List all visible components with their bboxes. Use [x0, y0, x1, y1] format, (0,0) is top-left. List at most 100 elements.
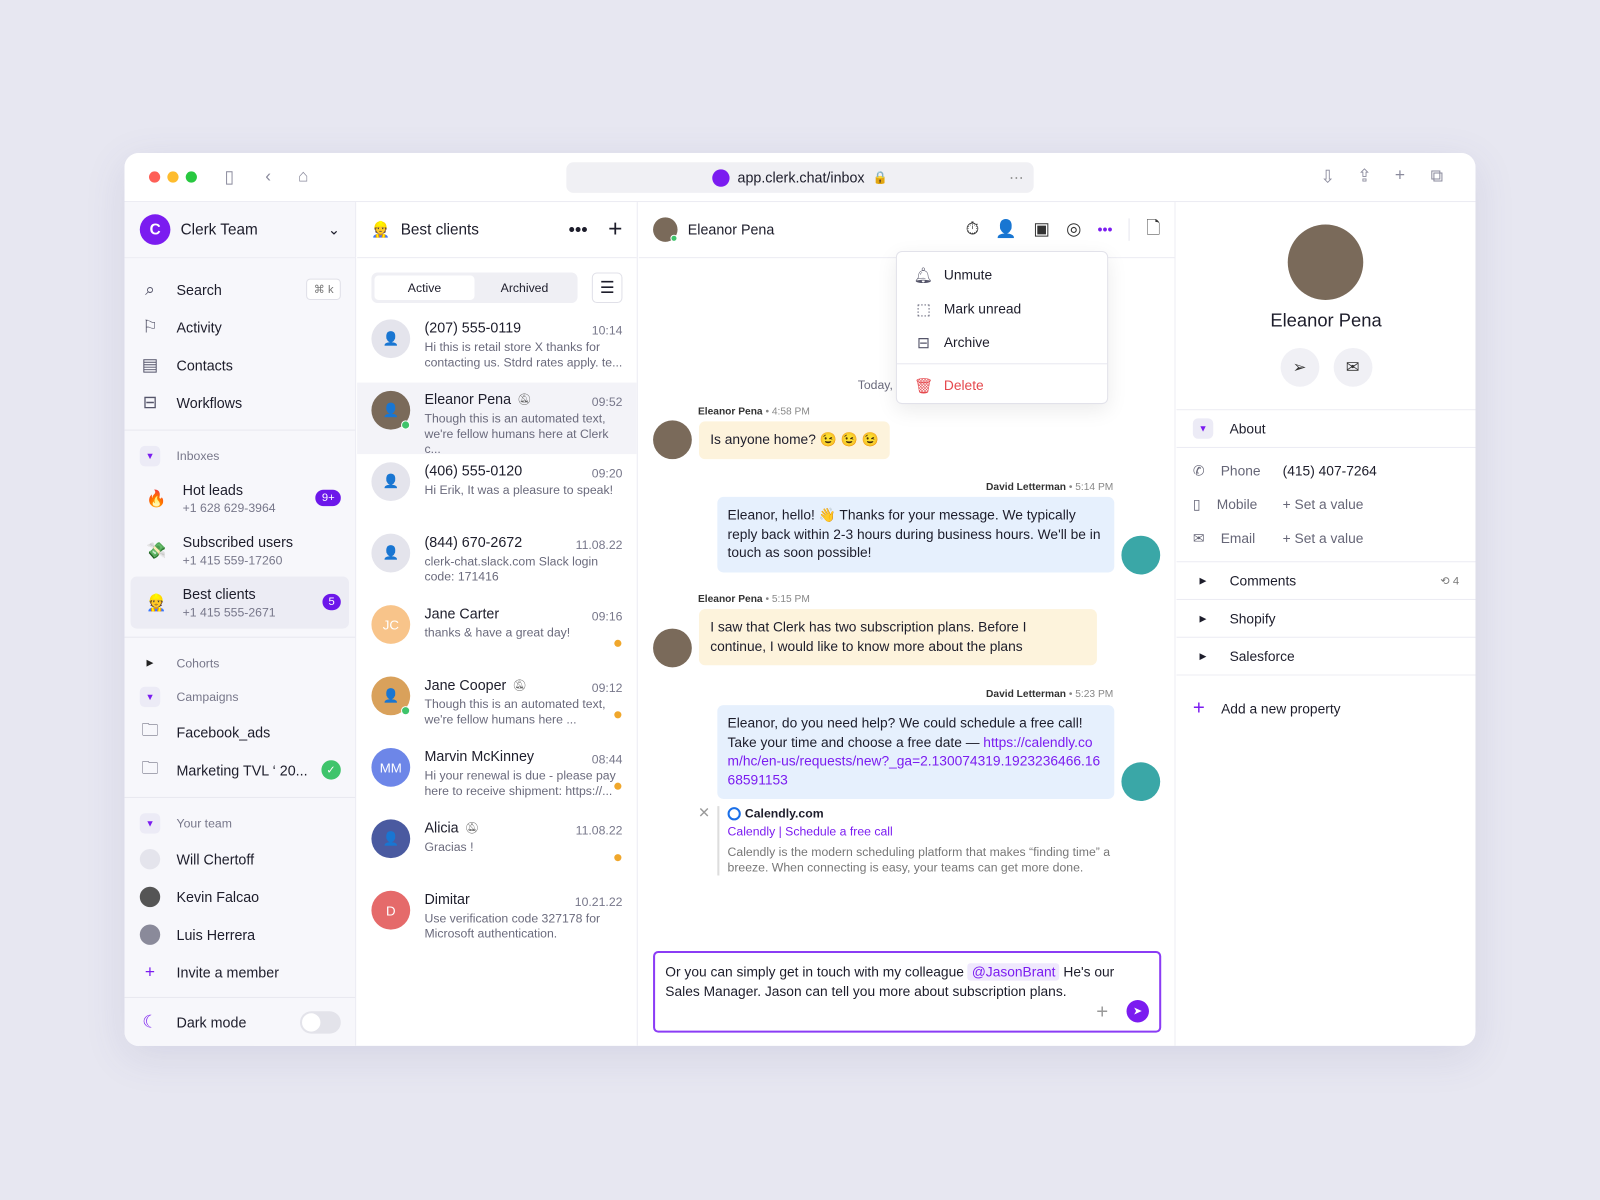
chevron-down-icon: ⌄	[327, 220, 340, 238]
property-email[interactable]: ✉ Email + Set a value	[1177, 521, 1476, 555]
team-switcher[interactable]: C Clerk Team ⌄	[124, 202, 356, 259]
new-tab-icon[interactable]: +	[1395, 166, 1405, 183]
share-icon[interactable]: ⇪	[1357, 167, 1372, 184]
campaign-item[interactable]: 🗀 Facebook_ads	[124, 713, 355, 751]
conversation-name: Eleanor Pena	[424, 390, 512, 408]
avatar: 👤	[371, 390, 411, 430]
dismiss-preview-button[interactable]: ✕	[698, 804, 710, 821]
profile-avatar	[1287, 224, 1364, 300]
minimize-window-button[interactable]	[167, 171, 179, 183]
bell-icon: 🔔︎	[913, 266, 934, 285]
property-mobile[interactable]: ▯ Mobile + Set a value	[1177, 488, 1476, 522]
flag-icon: ⚐	[142, 316, 158, 337]
caret-down-icon: ▼	[139, 686, 161, 707]
menu-label: Delete	[943, 377, 984, 393]
moon-icon: ☾	[142, 1011, 158, 1032]
send-message-button[interactable]: ➢	[1280, 347, 1319, 387]
mention-chip[interactable]: @JasonBrant	[967, 963, 1060, 981]
address-bar[interactable]: app.clerk.chat/inbox 🔒 ⋯	[566, 162, 1034, 193]
nav-label: Contacts	[176, 356, 233, 373]
inbox-name: Subscribed users	[182, 533, 294, 550]
sidebar-item-workflows[interactable]: ⊟ Workflows	[124, 384, 355, 422]
browser-toolbar: ▯ ‹ ⌂ app.clerk.chat/inbox 🔒 ⋯ ⇩ ⇪ + ⧉	[124, 153, 1476, 203]
snooze-icon[interactable]: ⏱	[966, 219, 980, 239]
conversation-item[interactable]: 👤 Jane Cooper 🔕︎ Though this is an automate…	[357, 668, 637, 739]
assign-user-icon[interactable]: 👤	[995, 219, 1017, 239]
send-button[interactable]: ➤	[1126, 999, 1149, 1023]
tab-active[interactable]: Active	[374, 275, 475, 300]
comment-count: ⟲ 4	[1440, 574, 1460, 588]
inbox-item[interactable]: 💸 Subscribed users +1 415 559-17260	[131, 524, 349, 576]
contact-card-icon[interactable]: ▣	[1033, 219, 1049, 239]
send-email-button[interactable]: ✉	[1333, 347, 1372, 387]
sidebar-item-activity[interactable]: ⚐ Activity	[124, 308, 355, 346]
workflows-icon: ⊟	[142, 392, 158, 412]
inbox-item[interactable]: 👷 Best clients +1 415 555-2671 5	[130, 576, 349, 629]
incoming-message: Is anyone home? 😉 😉 😉	[698, 421, 891, 459]
team-section[interactable]: ▼ Your team	[124, 806, 355, 840]
more-actions-button[interactable]: •••	[1098, 221, 1113, 237]
campaigns-section[interactable]: ▼ Campaigns	[124, 680, 355, 714]
plus-icon: +	[1192, 696, 1205, 719]
about-section[interactable]: ▼ About	[1176, 410, 1476, 448]
conversation-item[interactable]: JC Jane Carter thanks & have a great day! 0…	[357, 597, 637, 668]
conversation-item[interactable]: 👤 (406) 555-0120 Hi Erik, It was a pleasur…	[357, 454, 637, 525]
campaign-item[interactable]: 🗀 Marketing TVL ‘ 20... ✓	[124, 751, 355, 789]
sidebar-item-contacts[interactable]: ▤ Contacts	[124, 346, 355, 384]
menu-item-mark-unread[interactable]: ⬚ Mark unread	[897, 292, 1107, 326]
link-preview[interactable]: Calendly.com Calendly | Schedule a free …	[717, 806, 1115, 876]
conversation-item[interactable]: 👤 (207) 555-0119 Hi this is retail store X…	[357, 311, 637, 382]
tab-archived[interactable]: Archived	[474, 276, 574, 300]
conversation-name: Alicia	[424, 819, 459, 836]
conversation-preview: clerk-chat.slack.com Slack login code: 1…	[424, 554, 599, 584]
add-property-button[interactable]: + Add a new property	[1177, 676, 1476, 741]
team-member[interactable]: Will Chertoff	[124, 840, 355, 878]
property-phone[interactable]: ✆ Phone (415) 407-7264	[1177, 454, 1476, 488]
property-value: + Set a value	[1282, 496, 1364, 513]
add-property-label: Add a new property	[1221, 700, 1341, 716]
inbox-item[interactable]: 🔥 Hot leads +1 628 629-3964 9+	[131, 472, 349, 524]
inbox-emoji-icon: 👷	[371, 221, 391, 239]
message-composer[interactable]: Or you can simply get in touch with my c…	[653, 951, 1162, 1033]
back-icon[interactable]: ‹	[265, 167, 271, 184]
zoom-window-button[interactable]	[185, 171, 197, 183]
sidebar-toggle-icon[interactable]: ▯	[224, 168, 234, 185]
invite-member-button[interactable]: + Invite a member	[124, 953, 355, 991]
unread-dot	[614, 854, 622, 862]
section-comments[interactable]: ▶ Comments ⟲ 4	[1176, 562, 1476, 600]
conversation-item[interactable]: 👤 Alicia 🔕︎ Gracias ! 11.08.22	[357, 811, 637, 882]
home-icon[interactable]: ⌂	[298, 167, 308, 184]
cohorts-section[interactable]: ▶ Cohorts	[124, 646, 355, 680]
conversation-time: 08:44	[591, 752, 623, 767]
conversation-item[interactable]: D Dimitar Use verification code 327178 for…	[357, 883, 637, 954]
menu-item-unmute[interactable]: 🔔︎ Unmute	[897, 258, 1107, 292]
dark-mode-toggle[interactable]	[299, 1010, 341, 1034]
section-shopify[interactable]: ▶ Shopify	[1176, 600, 1476, 638]
chat-header: Eleanor Pena ⏱ 👤 ▣ ◎ ••• 🗋	[638, 202, 1175, 259]
team-member[interactable]: Luis Herrera	[124, 915, 355, 953]
team-member[interactable]: Kevin Falcao	[124, 878, 355, 916]
section-salesforce[interactable]: ▶ Salesforce	[1176, 638, 1476, 676]
more-icon[interactable]: ⋯	[1009, 169, 1023, 186]
caret-right-icon: ▶	[146, 657, 154, 668]
tabs-icon[interactable]: ⧉	[1431, 167, 1443, 184]
conversation-item[interactable]: MM Marvin McKinney Hi your renewal is due …	[357, 740, 637, 811]
new-conversation-button[interactable]: +	[608, 215, 622, 244]
attach-plus-button[interactable]: +	[1096, 1002, 1108, 1022]
filter-button[interactable]: ☰	[591, 272, 623, 304]
conversation-item[interactable]: 👤 (844) 670-2672 clerk-chat.slack.com Slac…	[357, 526, 637, 597]
conversation-item[interactable]: 👤 Eleanor Pena 🔕︎ Though this is an automat…	[357, 382, 637, 456]
list-header: 👷 Best clients ••• +	[357, 202, 637, 259]
details-panel-icon[interactable]: 🗋	[1146, 215, 1160, 245]
close-window-button[interactable]	[148, 171, 161, 183]
download-icon[interactable]: ⇩	[1320, 168, 1335, 185]
chat-refresh-icon[interactable]: ◎	[1066, 219, 1081, 239]
sidebar-item-search[interactable]: ⌕ Search ⌘ k	[124, 270, 355, 308]
menu-item-archive[interactable]: ⊟ Archive	[897, 326, 1107, 360]
list-title: Best clients	[400, 220, 479, 239]
property-label: Email	[1220, 530, 1256, 546]
menu-item-delete[interactable]: 🗑︎ Delete	[897, 368, 1107, 402]
conversation-preview: Hi Erik, It was a pleasure to speak!	[424, 482, 614, 497]
inboxes-section[interactable]: ▼ Inboxes	[124, 439, 355, 473]
more-options-button[interactable]: •••	[568, 219, 587, 240]
